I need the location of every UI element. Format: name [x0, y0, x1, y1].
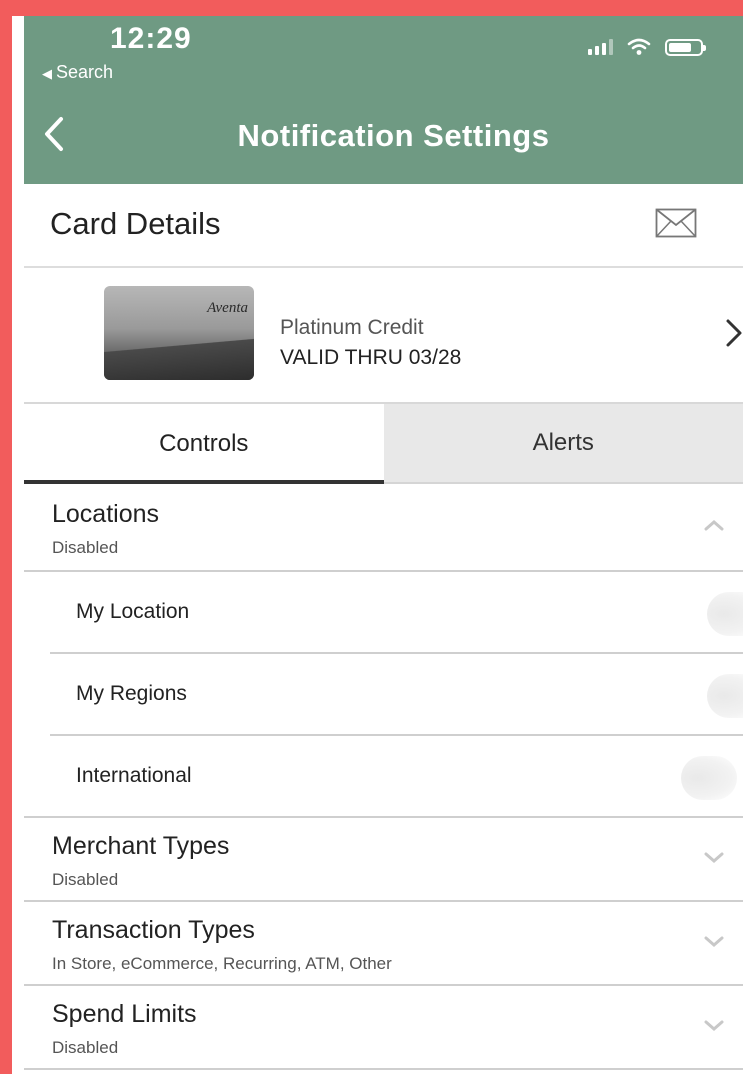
- section-locations[interactable]: Locations Disabled: [24, 486, 743, 572]
- card-expiry: VALID THRU 03/28: [280, 346, 462, 369]
- status-icons: [588, 38, 706, 56]
- card-name: Platinum Credit: [280, 316, 424, 339]
- battery-icon: [665, 38, 706, 56]
- tab-alerts[interactable]: Alerts: [383, 404, 743, 484]
- chevron-down-icon: [704, 1020, 724, 1031]
- item-label: My Regions: [76, 682, 187, 705]
- section-status: In Store, eCommerce, Recurring, ATM, Oth…: [52, 954, 392, 973]
- location-item-my-location: My Location: [50, 572, 743, 654]
- frame-top-border: [0, 0, 743, 16]
- wifi-icon: [627, 38, 651, 55]
- expand-button[interactable]: [703, 934, 725, 953]
- back-app-label: Search: [56, 62, 114, 82]
- location-item-international: International: [24, 736, 743, 818]
- item-label: My Location: [76, 600, 190, 623]
- navigation-header: 12:29 ◀ Search Notification Settings: [24, 16, 743, 184]
- location-item-my-regions: My Regions: [50, 654, 743, 736]
- section-title: Transaction Types: [52, 916, 255, 944]
- section-merchant-types[interactable]: Merchant Types Disabled: [24, 818, 743, 902]
- section-status: Disabled: [52, 870, 119, 889]
- card-details-title: Card Details: [50, 206, 221, 241]
- chevron-down-icon: [704, 936, 724, 947]
- expand-button[interactable]: [703, 850, 725, 869]
- card-details-header: Card Details: [24, 184, 743, 268]
- back-to-search-link[interactable]: ◀ Search: [42, 62, 113, 83]
- section-status: Disabled: [52, 1038, 119, 1057]
- card-image: Aventa: [104, 286, 254, 380]
- section-status: Disabled: [52, 538, 119, 557]
- mail-icon: [655, 208, 697, 238]
- section-title: Spend Limits: [52, 1000, 197, 1028]
- section-title: Merchant Types: [52, 832, 230, 860]
- international-toggle[interactable]: [681, 756, 737, 800]
- my-regions-toggle[interactable]: [707, 674, 743, 718]
- chevron-right-icon: [726, 319, 742, 347]
- section-spend-limits[interactable]: Spend Limits Disabled: [24, 986, 743, 1070]
- chevron-up-icon: [704, 520, 724, 531]
- signal-icon: [588, 39, 613, 55]
- expand-button[interactable]: [703, 1018, 725, 1037]
- mail-button[interactable]: [655, 208, 697, 243]
- app-screen: 12:29 ◀ Search Notification Settings Card…: [24, 16, 743, 1074]
- item-label: International: [76, 764, 192, 787]
- my-location-toggle[interactable]: [707, 592, 743, 636]
- status-time: 12:29: [110, 22, 192, 55]
- back-triangle-icon: ◀: [42, 66, 52, 81]
- frame-left-gap: [12, 16, 24, 1074]
- tab-bar: Controls Alerts: [24, 404, 743, 484]
- section-transaction-types[interactable]: Transaction Types In Store, eCommerce, R…: [24, 902, 743, 986]
- collapse-button[interactable]: [703, 518, 725, 537]
- card-brand-logo: Aventa: [207, 300, 248, 316]
- page-title: Notification Settings: [237, 118, 550, 153]
- card-selector[interactable]: Aventa Platinum Credit VALID THRU 03/28: [24, 268, 743, 404]
- chevron-down-icon: [704, 852, 724, 863]
- tab-controls[interactable]: Controls: [24, 404, 384, 484]
- section-title: Locations: [52, 500, 160, 528]
- card-next-button[interactable]: [725, 318, 743, 353]
